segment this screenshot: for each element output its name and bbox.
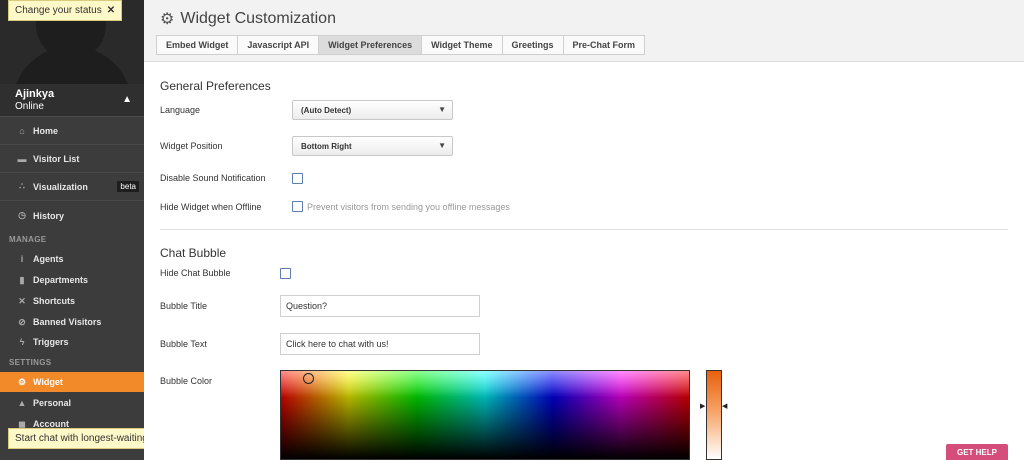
close-icon[interactable]: ✕ bbox=[107, 5, 115, 16]
shortcut-icon: ✕ bbox=[18, 295, 26, 306]
section-header-settings: SETTINGS bbox=[9, 358, 52, 367]
language-select-value: (Auto Detect) bbox=[301, 105, 352, 115]
change-status-tooltip[interactable]: Change your status ✕ bbox=[8, 0, 123, 21]
color-picker-overlay bbox=[281, 371, 689, 459]
sidebar: Ajinkya Online ▲ ⌂ Home ▬ Visitor List ∴… bbox=[0, 0, 144, 460]
person-icon: i bbox=[20, 254, 24, 264]
sidebar-item-history[interactable]: ◷ History bbox=[0, 200, 144, 230]
slider-arrow-left-icon[interactable]: ▶ bbox=[700, 402, 705, 410]
tab-widget-preferences[interactable]: Widget Preferences bbox=[318, 35, 423, 55]
hide-chat-bubble-label: Hide Chat Bubble bbox=[160, 268, 231, 278]
sidebar-item-visualization[interactable]: ∴ Visualization beta bbox=[0, 172, 144, 200]
sidebar-item-banned-visitors[interactable]: ⊘ Banned Visitors bbox=[0, 312, 144, 332]
general-preferences-title: General Preferences bbox=[160, 79, 271, 93]
page-header: ⚙ Widget Customization Embed Widget Java… bbox=[144, 0, 1024, 62]
sidebar-item-label: Visualization bbox=[33, 181, 88, 192]
page-title: ⚙ Widget Customization bbox=[160, 9, 336, 29]
bubble-title-input[interactable]: Question? bbox=[280, 295, 480, 317]
tab-widget-theme[interactable]: Widget Theme bbox=[421, 35, 503, 55]
bubble-text-input[interactable]: Click here to chat with us! bbox=[280, 333, 480, 355]
sidebar-item-widget[interactable]: ⚙ Widget bbox=[0, 372, 144, 392]
hide-offline-label: Hide Widget when Offline bbox=[160, 202, 262, 212]
beta-badge: beta bbox=[117, 181, 139, 192]
sidebar-item-agents[interactable]: i Agents bbox=[0, 249, 144, 269]
sidebar-item-label: Home bbox=[33, 125, 59, 136]
sidebar-item-label: Departments bbox=[33, 275, 89, 285]
widget-position-label: Widget Position bbox=[160, 141, 223, 151]
home-icon: ⌂ bbox=[19, 125, 25, 136]
bubble-title-label: Bubble Title bbox=[160, 301, 208, 311]
slider-arrow-right-icon[interactable]: ◀ bbox=[722, 402, 727, 410]
clock-icon: ◷ bbox=[18, 210, 26, 220]
chevron-down-icon: ▼ bbox=[438, 105, 446, 114]
gear-icon: ⚙ bbox=[160, 11, 175, 28]
user-status: Online bbox=[15, 101, 44, 112]
bubble-text-label: Bubble Text bbox=[160, 339, 207, 349]
avatar-shoulders bbox=[12, 46, 132, 84]
chat-bubble-title: Chat Bubble bbox=[160, 246, 227, 260]
sidebar-item-label: Shortcuts bbox=[33, 296, 76, 306]
hide-offline-checkbox[interactable] bbox=[292, 201, 303, 212]
sidebar-item-label: Personal bbox=[33, 398, 72, 408]
person-icon: ▲ bbox=[17, 398, 27, 408]
chevron-up-icon[interactable]: ▲ bbox=[122, 94, 132, 105]
chevron-down-icon: ▼ bbox=[438, 141, 446, 150]
gear-icon: ⚙ bbox=[17, 376, 27, 387]
tab-bar: Embed Widget Javascript API Widget Prefe… bbox=[156, 35, 646, 55]
sound-notification-label: Disable Sound Notification bbox=[160, 173, 266, 183]
tab-pre-chat-form[interactable]: Pre-Chat Form bbox=[562, 35, 646, 55]
tab-greetings[interactable]: Greetings bbox=[501, 35, 564, 55]
widget-position-select-value: Bottom Right bbox=[301, 141, 352, 151]
sidebar-item-departments[interactable]: ▮ Departments bbox=[0, 270, 144, 290]
hue-slider[interactable] bbox=[706, 370, 722, 460]
tab-embed-widget[interactable]: Embed Widget bbox=[156, 35, 239, 55]
bubble-color-label: Bubble Color bbox=[160, 376, 213, 386]
color-picker-handle[interactable] bbox=[303, 373, 314, 384]
sidebar-item-triggers[interactable]: ϟ Triggers bbox=[0, 332, 144, 352]
sidebar-item-label: History bbox=[33, 210, 65, 221]
sidebar-item-label: Triggers bbox=[33, 337, 69, 347]
sidebar-item-home[interactable]: ⌂ Home bbox=[0, 116, 144, 144]
tooltip-text: Change your status bbox=[15, 5, 102, 16]
hide-chat-bubble-checkbox[interactable] bbox=[280, 268, 291, 279]
language-select[interactable]: (Auto Detect) ▼ bbox=[292, 100, 453, 120]
sidebar-item-visitor-list[interactable]: ▬ Visitor List bbox=[0, 144, 144, 172]
section-header-manage: MANAGE bbox=[9, 235, 47, 244]
color-picker-area[interactable] bbox=[280, 370, 690, 460]
user-status-box[interactable]: Ajinkya Online ▲ bbox=[0, 84, 144, 116]
sidebar-item-label: Widget bbox=[33, 377, 63, 387]
get-help-button[interactable]: GET HELP bbox=[946, 444, 1008, 460]
divider bbox=[160, 229, 1008, 230]
sound-notification-checkbox[interactable] bbox=[292, 173, 303, 184]
widget-position-select[interactable]: Bottom Right ▼ bbox=[292, 136, 453, 156]
sidebar-item-personal[interactable]: ▲ Personal bbox=[0, 393, 144, 413]
main-content: General Preferences Language (Auto Detec… bbox=[144, 63, 1024, 460]
hide-offline-hint: Prevent visitors from sending you offlin… bbox=[307, 202, 510, 212]
sidebar-item-shortcuts[interactable]: ✕ Shortcuts bbox=[0, 291, 144, 311]
network-icon: ∴ bbox=[19, 181, 25, 191]
language-label: Language bbox=[160, 105, 201, 115]
tab-javascript-api[interactable]: Javascript API bbox=[237, 35, 320, 55]
sidebar-item-label: Visitor List bbox=[33, 153, 80, 164]
lightning-icon: ϟ bbox=[19, 337, 25, 347]
chat-bubble-icon: ▬ bbox=[17, 153, 27, 164]
building-icon: ▮ bbox=[19, 274, 25, 285]
sidebar-item-label: Banned Visitors bbox=[33, 317, 102, 327]
sidebar-item-label: Agents bbox=[33, 254, 64, 264]
user-name: Ajinkya bbox=[15, 88, 55, 100]
ban-icon: ⊘ bbox=[18, 316, 26, 327]
page-title-text: Widget Customization bbox=[180, 10, 336, 27]
